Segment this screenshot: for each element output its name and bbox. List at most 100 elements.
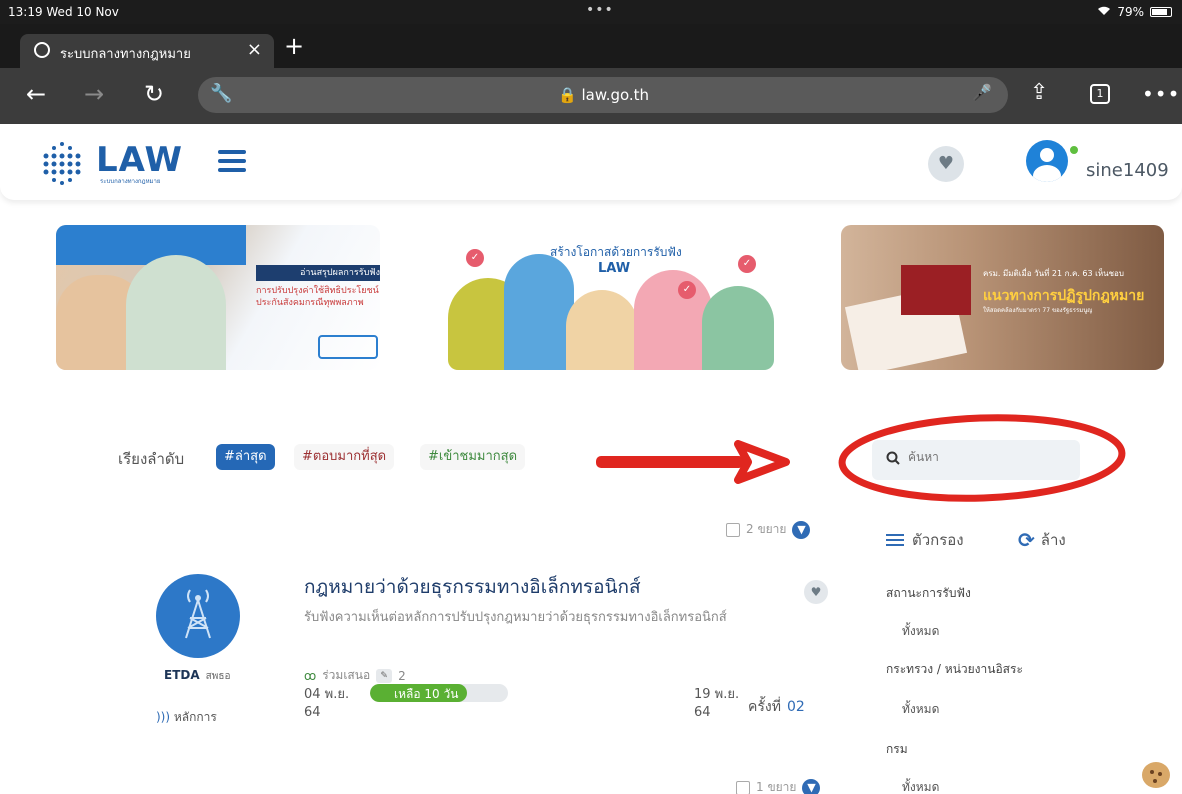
wrench-icon[interactable]: 🔧	[210, 83, 232, 104]
banner-meta: ครม. มีมติเมื่อ วันที่ 21 ก.ค. 63 เห็นชอ…	[983, 269, 1124, 278]
law-logo-dots-icon[interactable]	[40, 138, 90, 186]
refresh-icon: ⟳	[1018, 528, 1035, 552]
page-icon	[736, 780, 750, 794]
end-date-day: 19 พ.ย.	[694, 687, 740, 702]
comment-count: 2	[398, 668, 406, 683]
sort-label: เรียงลำดับ	[118, 450, 185, 468]
heart-icon[interactable]: ♥	[804, 580, 828, 604]
participant-row: ꝏ ร่วมเสนอ ✎ 2	[304, 666, 406, 685]
avatar-head	[1040, 148, 1054, 162]
annotation-arrow-icon	[596, 440, 790, 484]
banner-subtext: ให้สอดคล้องกับมาตรา 77 ของรัฐธรรมนูญ	[983, 307, 1093, 314]
participant-label: ร่วมเสนอ	[322, 668, 371, 682]
more-menu-button[interactable]: •••	[1142, 82, 1180, 106]
principle-link[interactable]: ))) หลักการ	[156, 708, 217, 727]
sort-latest-chip[interactable]: #ล่าสุด	[216, 444, 275, 470]
broadcast-icon: )))	[156, 710, 171, 724]
annotation-ellipse	[838, 414, 1126, 502]
clear-label: ล้าง	[1040, 531, 1066, 549]
browser-tab-strip: ระบบกลางทางกฎหมาย × +	[0, 24, 1182, 68]
checkbox-illustration-icon	[318, 335, 378, 359]
filter-ministry-select[interactable]: ทั้งหมด	[902, 700, 939, 719]
url-text: 🔒 law.go.th	[558, 86, 650, 104]
banner-listening-opportunity[interactable]: สร้างโอกาสด้วยการรับฟัง LAW ✓ ✓ ✓	[448, 225, 774, 370]
status-right: 79%	[1097, 5, 1172, 19]
banner-law-reform[interactable]: ครม. มีมติเมื่อ วันที่ 21 ก.ค. 63 เห็นชอ…	[841, 225, 1164, 370]
battery-percent: 79%	[1117, 5, 1144, 19]
hamburger-bar	[218, 159, 246, 163]
item-description: รับฟังความเห็นต่อหลักการปรับปรุงกฎหมายว่…	[304, 610, 727, 625]
page-icon	[726, 522, 740, 537]
hamburger-menu-icon[interactable]	[218, 150, 246, 172]
agency-name: ETDA สพธอ	[164, 668, 230, 684]
tab-close-button[interactable]: ×	[247, 39, 262, 60]
item-type-label: หลักการ	[173, 710, 217, 724]
expand-link[interactable]: 2 ขยาย ▼	[726, 520, 811, 539]
pencil-icon: ✎	[376, 668, 393, 683]
hamburger-bar	[218, 150, 246, 154]
share-icon[interactable]: ⇪	[1030, 80, 1048, 105]
filter-status-select[interactable]: ทั้งหมด	[902, 622, 939, 641]
site-logo-text[interactable]: LAW	[96, 140, 183, 180]
sort-most-answered-chip[interactable]: #ตอบมากที่สุด	[294, 444, 395, 470]
heart-check-icon: ✓	[738, 255, 756, 273]
user-avatar[interactable]	[1026, 140, 1068, 182]
round-info: ครั้งที่ 02	[748, 696, 805, 718]
globe-icon	[34, 42, 50, 58]
chevron-down-icon: ▼	[792, 520, 811, 539]
online-status-icon	[1068, 144, 1080, 156]
new-tab-button[interactable]: +	[284, 32, 304, 60]
start-date: 04 พ.ย. 64	[304, 686, 364, 722]
round-number: 02	[786, 699, 805, 715]
browser-tab[interactable]: ระบบกลางทางกฎหมาย ×	[20, 34, 274, 68]
filter-sliders-icon	[886, 534, 904, 546]
banner-person	[634, 270, 712, 370]
start-date-day: 04 พ.ย.	[304, 687, 350, 702]
filter-department-title: กรม	[886, 742, 908, 756]
battery-icon	[1150, 7, 1172, 17]
banner-decor	[56, 225, 246, 265]
multitasking-dots-icon[interactable]: •••	[586, 2, 614, 18]
banner-heading: สร้างโอกาสด้วยการรับฟัง	[550, 245, 682, 259]
banner-text: การปรับปรุงค่าใช้สิทธิประโยชน์ กองทุนประ…	[256, 286, 380, 308]
expand-link-next[interactable]: 1 ขยาย ▼	[736, 778, 821, 794]
tab-title: ระบบกลางทางกฎหมาย	[60, 47, 191, 62]
start-date-year: 64	[304, 705, 321, 720]
forward-arrow-icon[interactable]: →	[84, 80, 104, 108]
banner-person	[566, 290, 638, 370]
clear-filter-button[interactable]: ⟳ ล้าง	[1018, 528, 1066, 552]
item-title[interactable]: กฎหมายว่าด้วยธุรกรรมทางอิเล็กทรอนิกส์	[304, 572, 641, 602]
username[interactable]: sine1409	[1086, 160, 1169, 181]
expand-label: 1 ขยาย	[756, 780, 797, 794]
wifi-icon	[1097, 5, 1111, 19]
banner-person	[504, 254, 574, 370]
cookie-icon[interactable]	[1142, 762, 1170, 788]
antenna-tower-icon	[185, 589, 211, 639]
banner-illustration	[126, 255, 226, 370]
banner-heading: แนวทางการปฏิรูปกฎหมาย	[983, 288, 1145, 304]
remaining-progress: เหลือ 10 วัน	[370, 684, 508, 702]
end-date: 19 พ.ย. 64	[694, 686, 744, 722]
filter-department-select[interactable]: ทั้งหมด	[902, 778, 939, 794]
filter-label: ตัวกรอง	[912, 531, 964, 549]
remaining-label: เหลือ 10 วัน	[394, 687, 459, 701]
address-bar[interactable]: 🔧 🔒 law.go.th 🎤	[198, 77, 1008, 113]
sort-most-viewed-chip[interactable]: #เข้าชมมากสุด	[420, 444, 526, 470]
tab-switcher-button[interactable]: 1	[1090, 84, 1110, 104]
status-time-date: 13:19 Wed 10 Nov	[8, 5, 119, 19]
banner-heading: อ่านสรุปผลการรับฟัง	[256, 265, 380, 281]
round-label: ครั้งที่	[748, 699, 781, 715]
banner-survey-summary[interactable]: อ่านสรุปผลการรับฟัง การปรับปรุงค่าใช้สิท…	[56, 225, 380, 370]
heart-check-icon: ✓	[678, 281, 696, 299]
reload-icon[interactable]: ↻	[144, 80, 164, 108]
back-arrow-icon[interactable]: ←	[26, 80, 46, 108]
microphone-icon[interactable]: 🎤	[972, 83, 992, 102]
heart-check-icon: ✓	[466, 249, 484, 267]
browser-toolbar: ← → ↻ 🔧 🔒 law.go.th 🎤 ⇪ 1 •••	[0, 68, 1182, 124]
chevron-down-icon: ▼	[802, 778, 821, 794]
banner-person	[702, 286, 774, 370]
agency-logo[interactable]	[156, 574, 240, 658]
site-header: LAW ระบบกลางทางกฎหมาย ♥ sine1409	[0, 124, 1182, 200]
favorites-heart-icon[interactable]: ♥	[928, 146, 964, 182]
filter-toggle[interactable]: ตัวกรอง	[886, 528, 964, 552]
